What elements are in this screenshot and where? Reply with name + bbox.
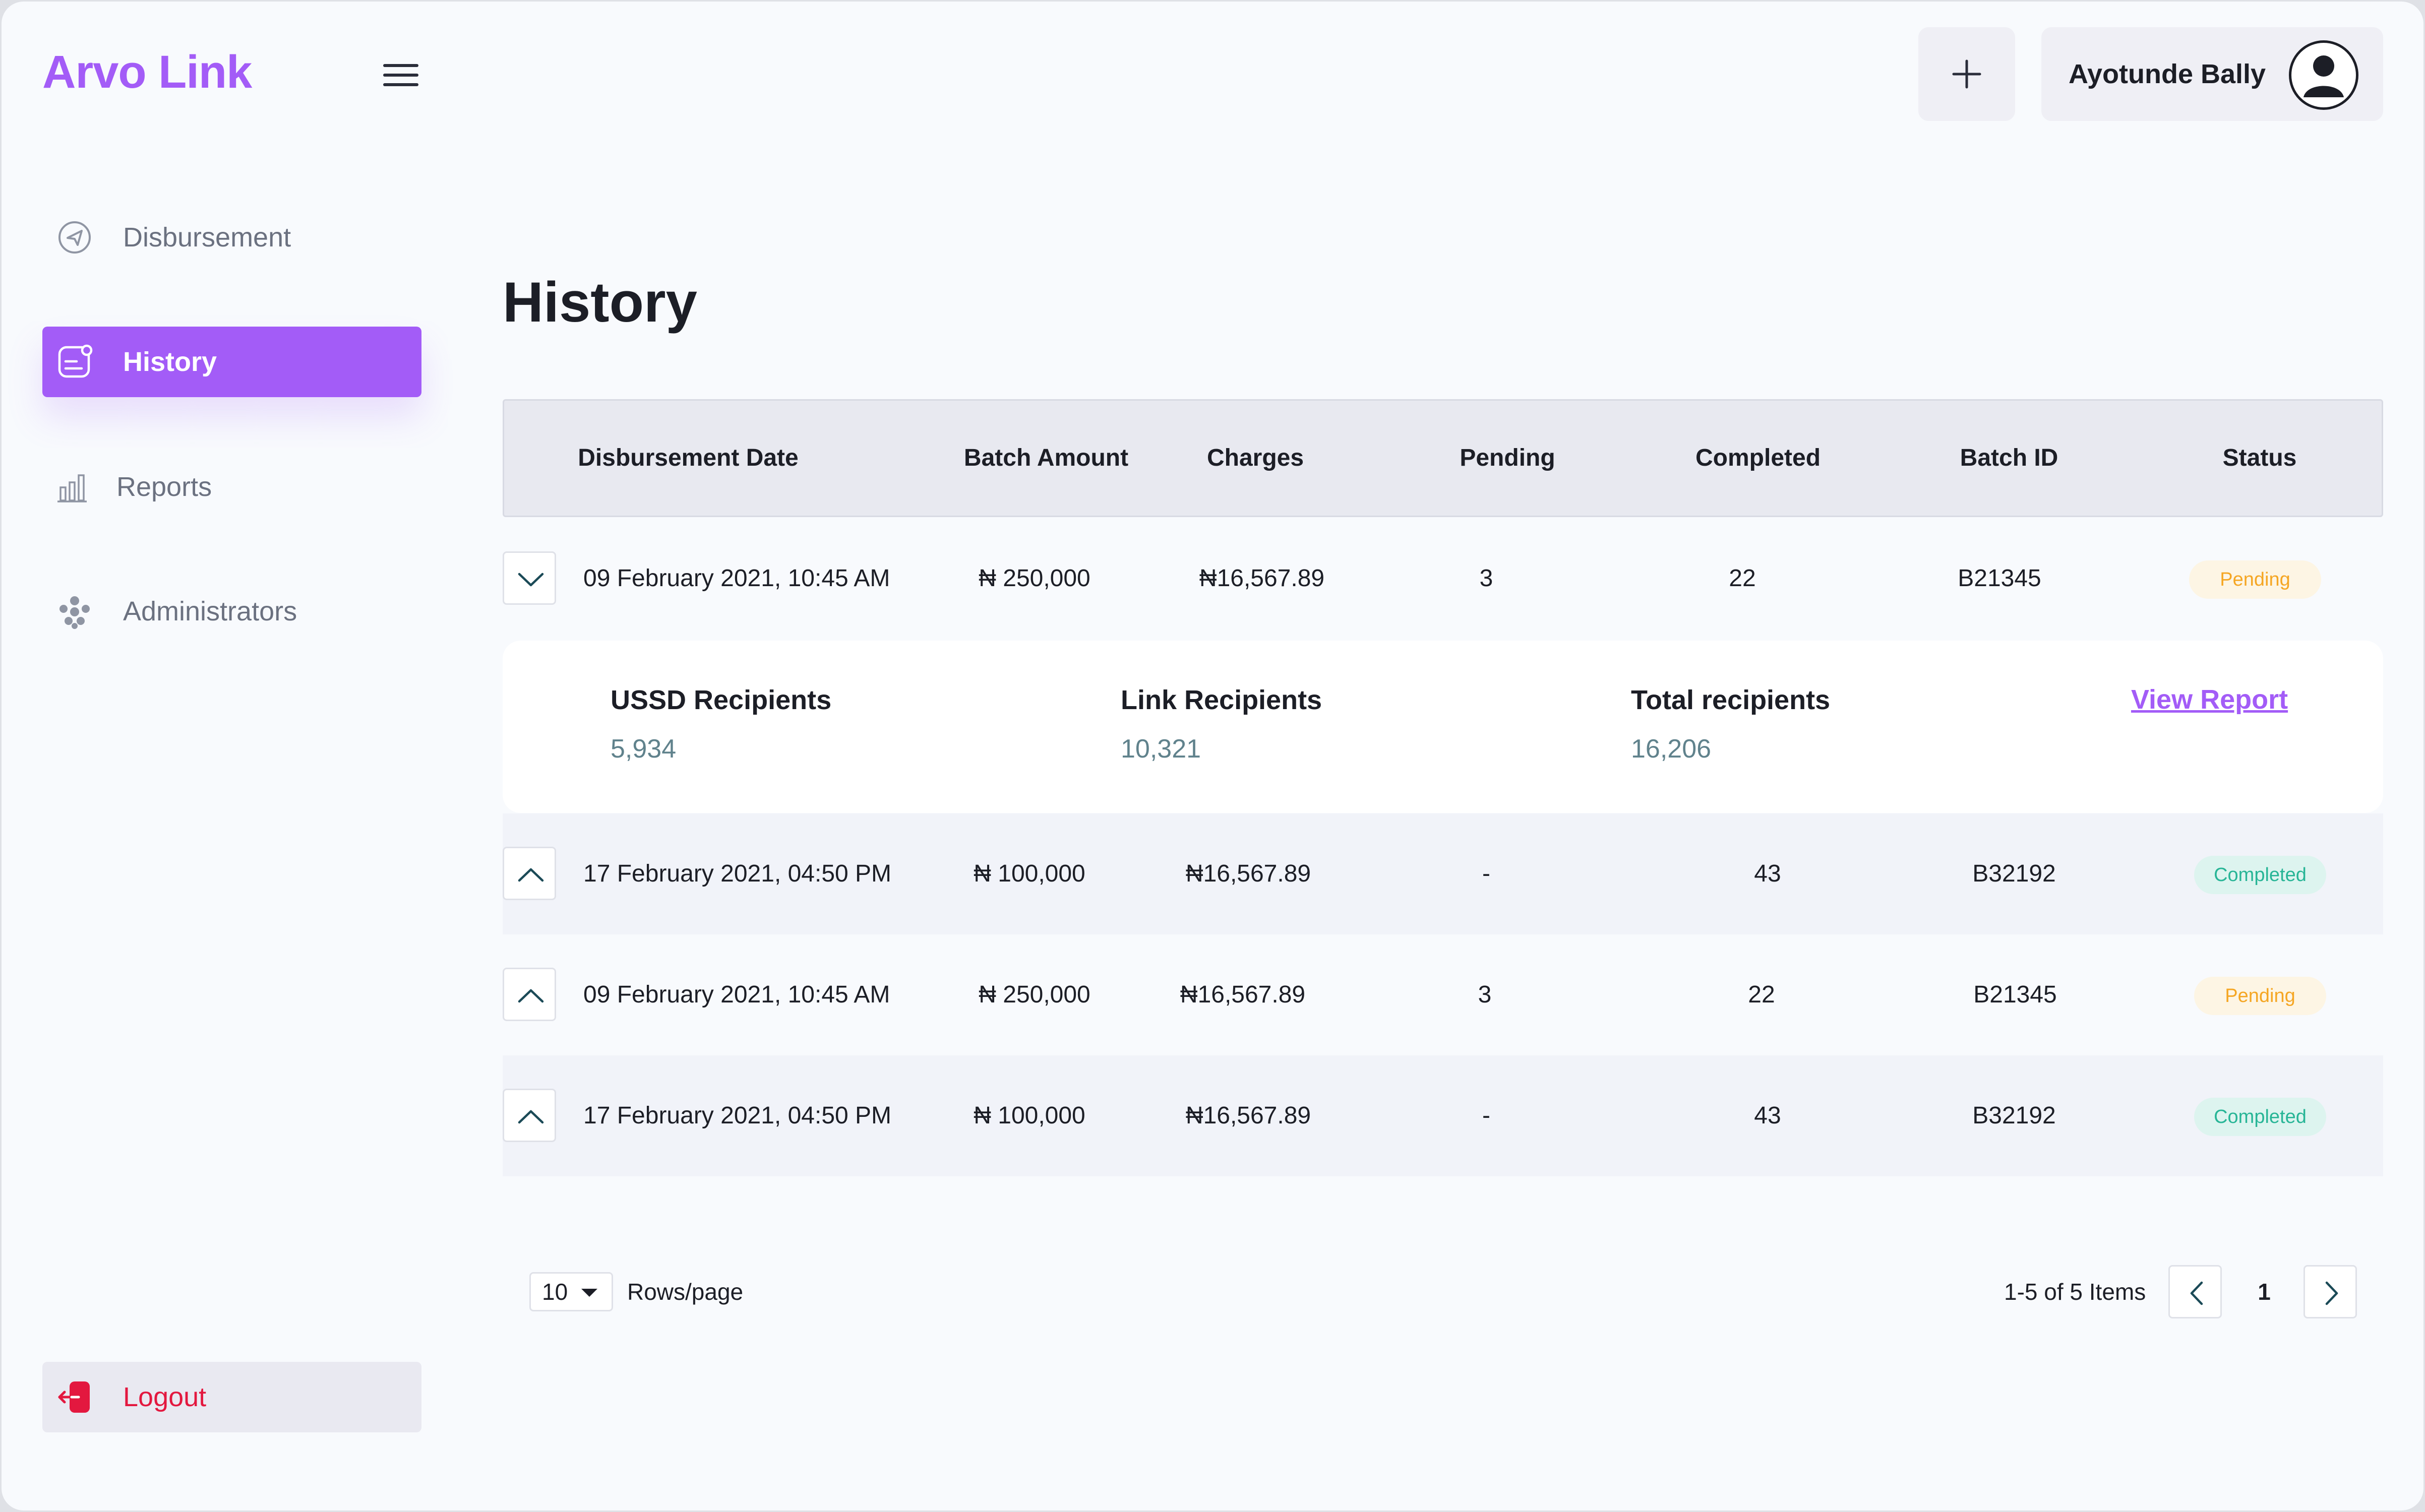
row-expand-button[interactable]	[503, 847, 556, 900]
chevron-up-icon	[518, 1110, 544, 1124]
cell-batch-id: B32192	[1972, 860, 2056, 887]
next-page-button[interactable]	[2303, 1265, 2357, 1318]
sidebar-item-label: Disbursement	[123, 222, 291, 253]
cell-pending: -	[1482, 860, 1490, 887]
column-header-pending[interactable]: Pending	[1460, 401, 1555, 516]
cell-batch-id: B21345	[1973, 981, 2057, 1008]
user-icon	[2303, 55, 2344, 97]
send-icon	[58, 221, 91, 254]
rows-per-page-label: Rows/page	[627, 1279, 744, 1305]
chevron-left-icon	[2190, 1281, 2203, 1305]
sidebar-item-label: History	[123, 347, 217, 377]
items-count: 1-5 of 5 Items	[2004, 1279, 2146, 1305]
rows-per-page-value: 10	[542, 1279, 568, 1305]
column-header-charges[interactable]: Charges	[1207, 401, 1304, 516]
cell-charges: ₦16,567.89	[1199, 565, 1325, 592]
status-badge: Pending	[2194, 977, 2326, 1015]
cell-charges: ₦16,567.89	[1185, 1102, 1311, 1129]
cell-completed: 43	[1754, 1102, 1781, 1129]
cell-amount: ₦ 250,000	[979, 981, 1090, 1008]
app-window: Arvo Link Disbursement History Reports A…	[2, 2, 2423, 1510]
cell-completed: 22	[1729, 565, 1756, 592]
cell-amount: ₦ 100,000	[974, 860, 1085, 887]
cell-charges: ₦16,567.89	[1180, 981, 1306, 1008]
chevron-right-icon	[2325, 1281, 2338, 1305]
status-badge: Completed	[2194, 1098, 2326, 1136]
hamburger-menu-icon[interactable]	[383, 64, 418, 86]
cell-date: 09 February 2021, 10:45 AM	[583, 981, 890, 1008]
sidebar-item-history[interactable]: History	[42, 327, 421, 397]
add-button[interactable]	[1918, 27, 2015, 121]
row-expand-button[interactable]	[503, 968, 556, 1021]
sidebar-item-disbursement[interactable]: Disbursement	[42, 202, 421, 273]
column-header-batch-id[interactable]: Batch ID	[1960, 401, 2058, 516]
cell-pending: 3	[1479, 565, 1493, 592]
app-logo[interactable]: Arvo Link	[42, 46, 252, 99]
status-badge: Completed	[2194, 856, 2326, 894]
table-row[interactable]: 09 February 2021, 10:45 AM ₦ 250,000 ₦16…	[503, 934, 2383, 1055]
row-details-panel: USSD Recipients 5,934 Link Recipients 10…	[503, 641, 2383, 813]
current-page[interactable]: 1	[2249, 1265, 2279, 1318]
cell-date: 17 February 2021, 04:50 PM	[583, 860, 892, 887]
view-report-link[interactable]: View Report	[2131, 684, 2288, 715]
cell-batch-id: B32192	[1972, 1102, 2056, 1129]
column-header-status[interactable]: Status	[2223, 401, 2297, 516]
chevron-up-icon	[518, 989, 544, 1003]
cell-batch-id: B21345	[1958, 565, 2041, 592]
total-recipients-label: Total recipients	[1631, 685, 1831, 715]
chevron-up-icon	[518, 868, 544, 882]
cell-date: 17 February 2021, 04:50 PM	[583, 1102, 892, 1129]
sidebar-item-reports[interactable]: Reports	[42, 452, 421, 522]
ussd-recipients-value: 5,934	[611, 734, 677, 764]
user-name: Ayotunde Bally	[2069, 59, 2266, 89]
history-icon	[58, 344, 93, 378]
cell-charges: ₦16,567.89	[1185, 860, 1311, 887]
prev-page-button[interactable]	[2168, 1265, 2222, 1318]
logout-button[interactable]: Logout	[42, 1362, 421, 1432]
caret-down-icon	[581, 1289, 597, 1297]
cell-date: 09 February 2021, 10:45 AM	[583, 565, 890, 592]
link-recipients-label: Link Recipients	[1121, 685, 1322, 715]
table-row[interactable]: 17 February 2021, 04:50 PM ₦ 100,000 ₦16…	[503, 813, 2383, 934]
ussd-recipients-label: USSD Recipients	[611, 685, 832, 715]
users-icon	[59, 596, 90, 629]
rows-per-page-select[interactable]: 10	[529, 1272, 613, 1311]
cell-completed: 43	[1754, 860, 1781, 887]
table-header: Disbursement Date Batch Amount Charges P…	[503, 399, 2383, 517]
logout-icon	[58, 1381, 90, 1413]
plus-icon	[1952, 59, 1981, 89]
row-expand-button[interactable]	[503, 1089, 556, 1142]
table-row[interactable]: 09 February 2021, 10:45 AM ₦ 250,000 ₦16…	[503, 518, 2383, 639]
row-expand-button[interactable]	[503, 551, 556, 605]
bar-chart-icon	[57, 474, 87, 502]
table-row[interactable]: 17 February 2021, 04:50 PM ₦ 100,000 ₦16…	[503, 1055, 2383, 1176]
total-recipients-value: 16,206	[1631, 734, 1712, 764]
avatar	[2289, 40, 2358, 110]
column-header-amount[interactable]: Batch Amount	[964, 401, 1128, 516]
column-header-completed[interactable]: Completed	[1695, 401, 1821, 516]
sidebar-item-label: Administrators	[123, 596, 297, 626]
chevron-down-icon	[518, 573, 544, 587]
link-recipients-value: 10,321	[1121, 734, 1201, 764]
page-title: History	[503, 271, 697, 334]
column-header-date[interactable]: Disbursement Date	[578, 401, 798, 516]
sidebar-item-administrators[interactable]: Administrators	[42, 576, 421, 647]
logout-label: Logout	[123, 1382, 207, 1412]
cell-pending: 3	[1478, 981, 1492, 1008]
user-menu[interactable]: Ayotunde Bally	[2041, 27, 2383, 121]
cell-pending: -	[1482, 1102, 1490, 1129]
status-badge: Pending	[2189, 560, 2321, 599]
sidebar-item-label: Reports	[116, 472, 212, 502]
cell-amount: ₦ 100,000	[974, 1102, 1085, 1129]
cell-completed: 22	[1748, 981, 1775, 1008]
cell-amount: ₦ 250,000	[979, 565, 1090, 592]
